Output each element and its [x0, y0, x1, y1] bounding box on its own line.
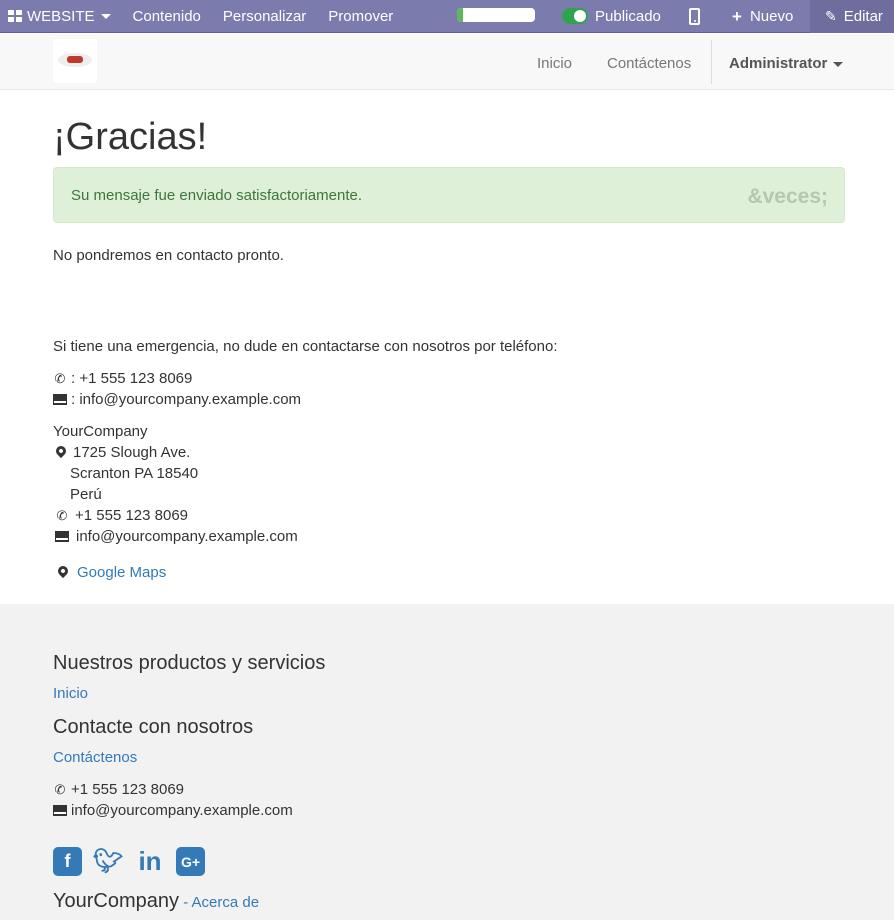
emergency-email: : info@yourcompany.example.com: [53, 391, 301, 408]
apps-grid-icon: [8, 10, 22, 22]
footer-link-inicio[interactable]: Inicio: [53, 685, 88, 702]
address-email-value: info@yourcompany.example.com: [76, 528, 298, 545]
address-phone-value: +1 555 123 8069: [75, 507, 189, 524]
success-alert: Su mensaje fue enviado satisfactoriament…: [53, 167, 845, 223]
new-button[interactable]: + Nuevo: [732, 8, 793, 25]
facebook-icon[interactable]: f: [53, 847, 82, 876]
plus-icon: +: [732, 7, 742, 26]
phone-icon: ✆: [54, 782, 66, 797]
page-title: ¡Gracias!: [53, 116, 208, 158]
footer-products-heading: Nuestros productos y servicios: [53, 652, 326, 674]
chevron-down-icon: [833, 61, 844, 67]
footer-email: info@yourcompany.example.com: [53, 802, 293, 819]
address-line-3: Perú: [70, 486, 102, 503]
footer-link-contactenos[interactable]: Contáctenos: [53, 749, 137, 766]
emergency-phone: ✆ : +1 555 123 8069: [53, 370, 193, 387]
website-menu[interactable]: WEBSITE: [0, 0, 122, 33]
address-street: 1725 Slough Ave.: [73, 444, 191, 461]
address-line-1: 1725 Slough Ave.: [53, 443, 191, 461]
envelope-icon: [55, 531, 69, 542]
twitter-icon[interactable]: 🐦︎: [92, 847, 124, 876]
alert-close-button[interactable]: &veces;: [747, 185, 828, 209]
menu-promover[interactable]: Promover: [317, 0, 404, 33]
nav-link-inicio[interactable]: Inicio: [537, 55, 572, 72]
phone-icon: ✆: [54, 371, 66, 386]
menu-personalizar[interactable]: Personalizar: [212, 0, 317, 33]
alert-message: Su mensaje fue enviado satisfactoriament…: [71, 187, 362, 204]
mobile-preview-icon[interactable]: [689, 8, 700, 25]
admin-bar: WEBSITE Contenido Personalizar Promover …: [0, 0, 894, 33]
emergency-text: Si tiene una emergencia, no dude en cont…: [53, 338, 558, 355]
footer-phone-value: +1 555 123 8069: [71, 781, 185, 798]
linkedin-icon[interactable]: in: [134, 846, 166, 876]
logo-dish: [67, 56, 83, 63]
address-line-2: Scranton PA 18540: [70, 465, 199, 482]
map-marker-icon: [53, 443, 69, 459]
address-phone: ✆ +1 555 123 8069: [53, 507, 188, 524]
company-name: YourCompany: [53, 423, 148, 440]
about-link[interactable]: - Acerca de: [183, 894, 259, 911]
footer-phone: ✆ +1 555 123 8069: [53, 781, 184, 798]
progress-bar: [457, 8, 535, 22]
contact-soon-text: No pondremos en contacto pronto.: [53, 247, 284, 264]
footer: Nuestros productos y servicios Inicio Co…: [0, 604, 894, 920]
map-marker-icon: [55, 563, 71, 579]
google-plus-icon[interactable]: G+: [176, 847, 205, 876]
footer-company-row: YourCompany - Acerca de: [53, 890, 259, 913]
nav-divider: [711, 40, 712, 84]
website-menu-label: WEBSITE: [27, 7, 95, 25]
address-email: info@yourcompany.example.com: [53, 528, 298, 545]
google-maps-row: Google Maps: [53, 563, 166, 581]
emergency-phone-value: : +1 555 123 8069: [71, 370, 193, 387]
google-maps-link[interactable]: Google Maps: [77, 564, 166, 581]
edit-button[interactable]: ✎ Editar: [810, 0, 894, 33]
progress-fill: [457, 8, 464, 22]
user-menu[interactable]: Administrator: [729, 55, 844, 72]
footer-email-value: info@yourcompany.example.com: [71, 802, 293, 819]
company-logo[interactable]: [53, 39, 97, 83]
site-navbar: Inicio Contáctenos Administrator: [0, 34, 894, 90]
published-toggle[interactable]: [562, 8, 588, 24]
edit-button-label: Editar: [843, 8, 883, 25]
new-button-label: Nuevo: [749, 8, 794, 25]
nav-link-contactenos[interactable]: Contáctenos: [607, 55, 691, 72]
envelope-icon: [53, 394, 67, 405]
published-label: Publicado: [595, 8, 661, 25]
phone-icon: ✆: [56, 508, 68, 523]
footer-company-name: YourCompany: [53, 890, 180, 912]
emergency-email-value: : info@yourcompany.example.com: [71, 391, 302, 408]
footer-contact-heading: Contacte con nosotros: [53, 716, 254, 738]
chevron-down-icon: [100, 13, 111, 19]
toggle-knob: [574, 10, 586, 22]
menu-contenido[interactable]: Contenido: [122, 0, 212, 33]
envelope-icon: [53, 805, 67, 816]
pencil-icon: ✎: [825, 8, 837, 24]
user-name: Administrator: [729, 55, 828, 72]
social-links: f 🐦︎ in G+: [53, 846, 205, 876]
